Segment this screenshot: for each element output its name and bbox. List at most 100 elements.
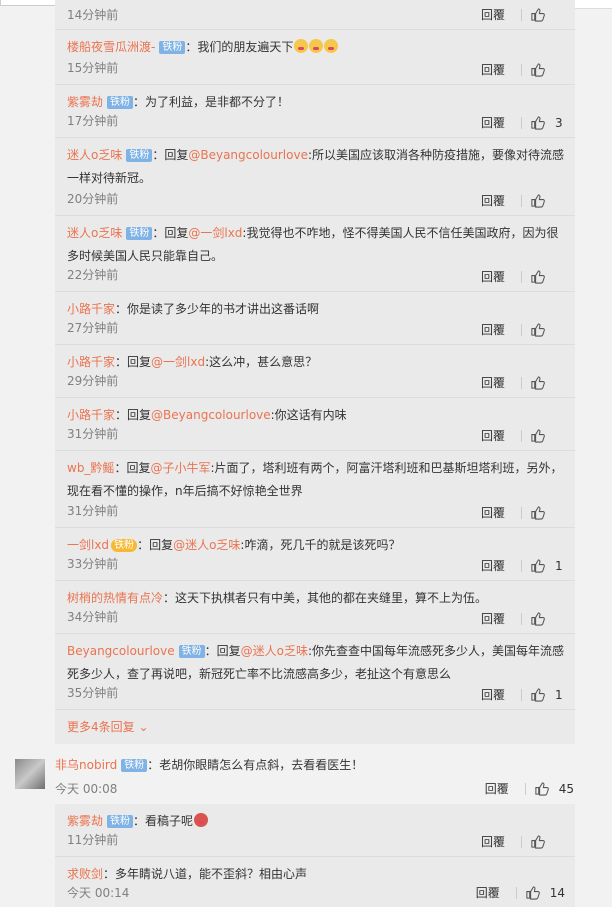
reply-time: 31分钟前: [67, 504, 119, 518]
reply-body: wb_黔鳐：回复@子小牛军:片面了，塔利班有两个，阿富汗塔利班和巴基斯坦塔利班，…: [67, 457, 565, 503]
like-button[interactable]: [530, 375, 565, 390]
reply-time: 35分钟前: [67, 686, 119, 700]
like-button[interactable]: 1: [530, 687, 565, 702]
like-button[interactable]: [530, 611, 565, 626]
reply-item: 小路千家：回复@一剑lxd:这么冲，甚么意思？ 29分钟前 回覆: [55, 345, 575, 398]
like-button[interactable]: 45: [534, 781, 574, 796]
reply-button[interactable]: 回覆: [481, 504, 505, 521]
reply-item: wb_黔鳐：回复@子小牛军:片面了，塔利班有两个，阿富汗塔利班和巴基斯坦塔利班，…: [55, 451, 575, 528]
thumbs-up-icon: [531, 559, 545, 573]
like-button[interactable]: [530, 193, 565, 208]
reply-body: 小路千家：回复@一剑lxd:这么冲，甚么意思？: [67, 351, 565, 374]
reply-username[interactable]: 紫雾劫: [67, 95, 103, 109]
mention-link[interactable]: @子小牛军: [150, 461, 210, 475]
reply-username[interactable]: 小路千家: [67, 408, 115, 422]
divider: [521, 559, 522, 572]
comment-actions: 回覆 45: [485, 780, 574, 797]
thumbs-up-icon: [531, 8, 545, 22]
like-button[interactable]: [530, 269, 565, 284]
thumbs-up-icon: [531, 323, 545, 337]
reply-button[interactable]: 回覆: [481, 427, 505, 444]
divider: [521, 376, 522, 389]
reply-username[interactable]: 楼船夜雪瓜洲渡-: [67, 40, 155, 54]
reply-body: 迷人o乏味 铁粉 ：回复@Beyangcolourlove:所以美国应该取消各种防疫…: [67, 144, 565, 190]
reply-button[interactable]: 回覆: [485, 780, 509, 797]
reply-time: 22分钟前: [67, 268, 119, 282]
like-button[interactable]: [530, 428, 565, 443]
reply-username[interactable]: 迷人o乏味: [67, 226, 122, 240]
fan-badge: 铁粉: [126, 227, 153, 240]
mention-link[interactable]: @迷人o乏味: [241, 644, 308, 658]
reply-button[interactable]: 回覆: [481, 321, 505, 338]
like-button[interactable]: 1: [530, 558, 565, 573]
reply-username[interactable]: wb_黔鳐: [67, 461, 114, 475]
reply-time: 27分钟前: [67, 321, 119, 335]
reply-body: Beyangcolourlove 铁粉 ：回复@迷人o乏味:你先查查中国每年流感死多…: [67, 640, 565, 686]
reply-username[interactable]: 紫雾劫: [67, 814, 103, 828]
reply-button[interactable]: 回覆: [481, 833, 505, 850]
mention-link[interactable]: @Beyangcolourlove: [188, 148, 308, 162]
like-count: 14: [549, 885, 565, 900]
reply-username[interactable]: 小路千家: [67, 302, 115, 316]
reply-time: 20分钟前: [67, 192, 119, 206]
thumbs-up-icon: [531, 194, 545, 208]
reply-username[interactable]: 求败剑: [67, 867, 103, 881]
reply-item: 紫雾劫 铁粉 ：看稿子呢 11分钟前 回覆: [55, 804, 575, 857]
reply-username[interactable]: Beyangcolourlove: [67, 644, 175, 658]
reply-time: 17分钟前: [67, 114, 119, 128]
emoji-icon: [324, 39, 339, 53]
reply-button[interactable]: 回覆: [481, 192, 505, 209]
reply-body: 紫雾劫 铁粉 ：看稿子呢: [67, 810, 565, 833]
reply-button[interactable]: 回覆: [481, 557, 505, 574]
avatar[interactable]: [15, 759, 45, 789]
reply-item: 求败剑：多年睛说八道，能不歪斜？相由心声 今天 00:14 回覆 14: [55, 857, 575, 907]
reply-item: 小路千家：你是读了多少年的书才讲出这番话啊 27分钟前 回覆: [55, 292, 575, 345]
like-button[interactable]: [530, 505, 565, 520]
reply-actions: 回覆 1: [481, 557, 565, 574]
reply-button[interactable]: 回覆: [481, 6, 505, 23]
mention-link[interactable]: @Beyangcolourlove: [151, 408, 271, 422]
like-button[interactable]: [530, 322, 565, 337]
reply-prefix: ：回复: [137, 538, 174, 552]
fan-badge: 铁粉: [107, 815, 134, 828]
reply-time: 14分钟前: [67, 8, 119, 22]
reply-body: 求败剑：多年睛说八道，能不歪斜？相由心声: [67, 863, 565, 886]
reply-username[interactable]: 迷人o乏味: [67, 148, 122, 162]
like-count: 3: [555, 115, 563, 130]
mention-link[interactable]: @一剑lxd: [188, 226, 242, 240]
mention-link[interactable]: @一剑lxd: [151, 355, 205, 369]
reply-username[interactable]: 树梢的热情有点冷: [67, 591, 163, 605]
reply-button[interactable]: 回覆: [481, 114, 505, 131]
mention-link[interactable]: @迷人o乏味: [173, 538, 240, 552]
reply-button[interactable]: 回覆: [481, 686, 505, 703]
reply-actions: 回覆: [481, 833, 565, 850]
reply-body: 树梢的热情有点冷：这天下执棋者只有中美，其他的都在夹缝里，算不上为伍。: [67, 587, 565, 610]
reply-actions: 回覆 3: [481, 114, 565, 131]
reply-item: Beyangcolourlove 铁粉 ：回复@迷人o乏味:你先查查中国每年流感死多…: [55, 634, 575, 710]
more-replies-link[interactable]: 更多4条回复 ⌄: [67, 718, 149, 735]
like-button[interactable]: [530, 7, 565, 22]
comment-username[interactable]: 非乌nobird: [55, 758, 117, 772]
reply-text: :咋滴，死几千的就是该死吗？: [240, 538, 401, 552]
fan-badge: 铁粉: [126, 149, 153, 162]
reply-button[interactable]: 回覆: [476, 884, 500, 901]
reply-button[interactable]: 回覆: [481, 610, 505, 627]
thumbs-up-icon: [531, 116, 545, 130]
reply-time: 今天 00:14: [67, 886, 130, 900]
reply-button[interactable]: 回覆: [481, 374, 505, 391]
like-button[interactable]: 3: [530, 115, 565, 130]
like-button[interactable]: [530, 62, 565, 77]
reply-actions: 回覆: [481, 268, 565, 285]
emoji-icon: [194, 813, 209, 827]
fan-badge: 铁粉: [107, 96, 134, 109]
reply-button[interactable]: 回覆: [481, 268, 505, 285]
reply-username[interactable]: 小路千家: [67, 355, 115, 369]
reply-actions: 回覆: [481, 192, 565, 209]
reply-text: ：看稿子呢: [133, 814, 194, 828]
reply-button[interactable]: 回覆: [481, 61, 505, 78]
like-button[interactable]: 14: [525, 885, 565, 900]
reply-actions: 回覆: [481, 61, 565, 78]
like-button[interactable]: [530, 834, 565, 849]
reply-item: 迷人o乏味 铁粉 ：回复@一剑lxd:我觉得也不咋地，怪不得美国人民不信任美国政府，…: [55, 216, 575, 292]
reply-username[interactable]: 一剑lxd: [67, 538, 109, 552]
